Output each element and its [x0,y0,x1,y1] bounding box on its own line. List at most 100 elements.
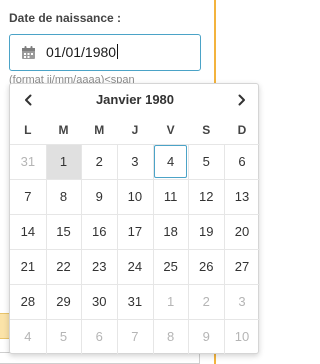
day-number: 29 [56,294,71,309]
day-cell[interactable]: 2 [188,284,224,319]
day-number: 14 [20,224,36,239]
day-cell[interactable]: 30 [81,284,117,319]
day-number: 31 [20,154,36,169]
weekday-label: M [58,123,69,137]
day-cell[interactable]: 26 [188,249,224,284]
day-number: 28 [20,294,36,309]
day-number: 30 [91,294,107,309]
day-number: 6 [95,329,103,344]
datepicker-popup: Janvier 1980 L M M J V S D 31 1 2 3 4 5 6 7 8 9 10… [9,83,260,354]
day-cell[interactable]: 25 [152,249,189,284]
day-number: 25 [163,259,178,274]
day-cell[interactable]: 27 [224,249,260,284]
day-number: 23 [91,259,107,274]
day-number: 12 [199,189,214,204]
datepicker-header: Janvier 1980 [10,84,260,116]
day-cell[interactable]: 17 [117,214,153,249]
day-number: 3 [131,154,139,169]
day-cell[interactable]: 10 [117,179,153,214]
date-value[interactable]: 01/01/1980 [46,44,119,60]
calendar-icon[interactable] [21,45,36,60]
day-number: 24 [127,259,143,274]
day-cell[interactable]: 7 [10,179,46,214]
day-number: 6 [238,154,246,169]
day-cell[interactable]: 12 [188,179,224,214]
next-month-button[interactable] [231,90,253,110]
day-number: 5 [59,329,68,344]
day-cell[interactable]: 31 [117,284,153,319]
weekday-label: V [166,123,175,137]
day-cell-focused[interactable]: 4 [152,144,189,179]
day-number: 4 [166,154,175,169]
day-cell[interactable]: 5 [188,144,224,179]
day-number: 18 [163,224,178,239]
day-cell[interactable]: 18 [152,214,189,249]
weekday-label: J [131,123,139,137]
day-cell[interactable]: 23 [81,249,117,284]
day-number: 31 [127,294,143,309]
day-cell[interactable]: 2 [81,144,117,179]
day-cell[interactable]: 14 [10,214,46,249]
chevron-right-icon [238,94,245,106]
day-cell[interactable]: 3 [117,144,153,179]
day-number: 20 [234,224,250,239]
day-number: 10 [127,189,143,204]
day-cell[interactable]: 22 [45,249,82,284]
day-cell[interactable]: 24 [117,249,153,284]
weekday-header: L M M J V S D [10,119,260,141]
day-cell-selected[interactable]: 1 [45,144,82,179]
day-number: 9 [95,189,103,204]
day-cell[interactable]: 28 [10,284,46,319]
day-number: 1 [166,294,175,309]
day-cell[interactable]: 11 [152,179,189,214]
day-grid: 31 1 2 3 4 5 6 7 8 9 10 11 12 13 14 15 16 17 18 19 20 21 22 23 2… [10,144,260,354]
weekday-label: S [202,123,211,137]
day-number: 1 [59,154,68,169]
day-number: 21 [20,259,36,274]
weekday-label: M [94,123,105,137]
day-number: 2 [202,294,210,309]
day-number: 17 [127,224,143,239]
day-number: 7 [131,329,139,344]
day-cell[interactable]: 19 [188,214,224,249]
day-number: 8 [59,189,68,204]
day-cell[interactable]: 21 [10,249,46,284]
day-number: 26 [199,259,214,274]
day-number: 15 [56,224,71,239]
day-number: 27 [234,259,250,274]
day-cell[interactable]: 9 [81,179,117,214]
day-cell[interactable]: 5 [45,319,82,354]
day-number: 5 [202,154,210,169]
text-caret [117,44,119,59]
weekday-label: D [237,123,247,137]
day-cell[interactable]: 31 [10,144,46,179]
day-cell[interactable]: 10 [224,319,260,354]
birth-date-label: Date de naissance : [9,11,122,25]
day-cell[interactable]: 8 [152,319,189,354]
day-cell[interactable]: 3 [224,284,260,319]
day-cell[interactable]: 13 [224,179,260,214]
day-cell[interactable]: 20 [224,214,260,249]
birth-date-input[interactable]: 01/01/1980 [9,34,201,71]
day-number: 10 [234,329,250,344]
day-cell[interactable]: 29 [45,284,82,319]
day-cell[interactable]: 1 [152,284,189,319]
day-cell[interactable]: 7 [117,319,153,354]
day-cell[interactable]: 9 [188,319,224,354]
day-number: 3 [238,294,246,309]
day-cell[interactable]: 6 [81,319,117,354]
page: Date de naissance : 01/01/1980 (format j… [0,0,274,364]
day-number: 9 [202,329,210,344]
day-number: 22 [56,259,71,274]
day-cell[interactable]: 16 [81,214,117,249]
month-title: Janvier 1980 [95,92,175,107]
day-number: 19 [199,224,214,239]
day-number: 16 [91,224,107,239]
day-cell[interactable]: 8 [45,179,82,214]
day-number: 8 [166,329,175,344]
day-cell[interactable]: 15 [45,214,82,249]
weekday-label: L [24,123,32,137]
day-cell[interactable]: 6 [224,144,260,179]
day-number: 7 [24,189,32,204]
day-cell[interactable]: 4 [10,319,46,354]
